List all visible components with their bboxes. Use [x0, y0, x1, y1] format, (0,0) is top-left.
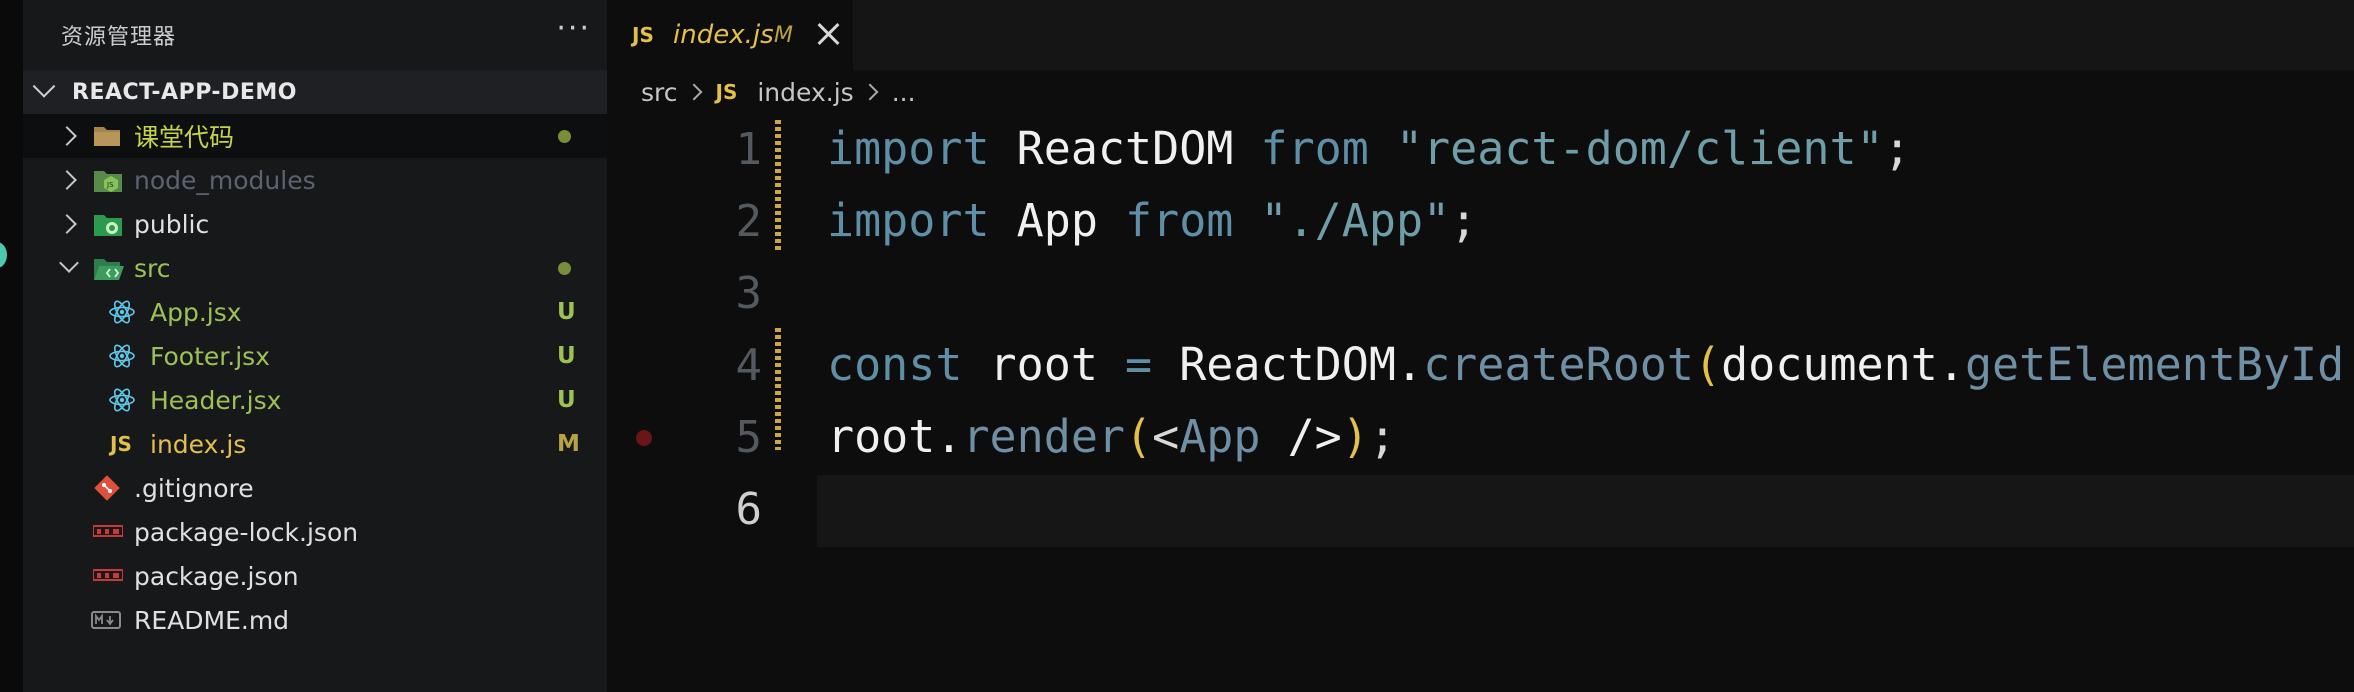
tree-item-readme-md[interactable]: README.md — [23, 598, 607, 642]
tab-index-js[interactable]: JS index.js M — [607, 0, 853, 70]
svg-text:JS: JS — [106, 181, 114, 189]
explorer-sidebar: 资源管理器 ··· REACT-APP-DEMO 课堂代码 JS node_mo… — [23, 0, 607, 692]
tree-item-app-jsx[interactable]: App.jsx U — [23, 290, 607, 334]
react-icon — [109, 388, 135, 412]
code-line: import ReactDOM from "react-dom/client"; — [827, 122, 1911, 175]
chevron-right-icon — [57, 214, 77, 234]
more-actions-icon[interactable]: ··· — [556, 14, 591, 44]
tab-bar: JS index.js M — [607, 0, 2354, 70]
line-number: 1 — [735, 124, 763, 175]
js-file-icon: JS — [110, 432, 132, 456]
tab-label: index.js — [673, 20, 774, 50]
public-folder-icon — [94, 215, 122, 236]
tree-item-label: 课堂代码 — [134, 123, 235, 152]
git-status-badge: U — [557, 299, 576, 325]
project-name: REACT-APP-DEMO — [72, 79, 297, 105]
git-change-marker — [775, 328, 781, 450]
tree-item-label: App.jsx — [150, 297, 242, 327]
react-icon — [109, 344, 135, 368]
line-number: 4 — [735, 340, 763, 391]
tree-item-label: public — [134, 209, 210, 239]
chevron-right-icon — [57, 170, 77, 190]
tree-item-src[interactable]: src — [23, 246, 607, 290]
tree-item-label: Footer.jsx — [150, 341, 270, 371]
git-icon — [94, 475, 120, 501]
tree-item-index-js[interactable]: JS index.js M — [23, 422, 607, 466]
breakpoint-icon[interactable] — [636, 430, 652, 446]
code-line: import App from "./App"; — [827, 194, 1478, 247]
explorer-header: 资源管理器 ··· — [61, 0, 601, 70]
line-number: 5 — [735, 412, 763, 463]
tree-item-gitignore[interactable]: .gitignore — [23, 466, 607, 510]
line-number: 2 — [735, 196, 763, 247]
tree-item-label: package-lock.json — [134, 517, 359, 547]
git-status-badge: M — [557, 431, 580, 457]
current-line-highlight — [817, 475, 2354, 547]
git-status-badge: U — [557, 387, 576, 413]
node-folder-icon: JS — [94, 171, 122, 192]
tree-item-label: Header.jsx — [150, 385, 282, 415]
chevron-down-icon — [32, 75, 56, 98]
js-file-icon: JS — [632, 23, 654, 47]
modified-dot-icon — [558, 129, 571, 143]
close-icon[interactable] — [812, 18, 844, 50]
line-number: 6 — [735, 484, 763, 535]
git-status-badge: U — [557, 343, 576, 369]
tree-item-node-modules[interactable]: JS node_modules — [23, 158, 607, 202]
tree-item-label: .gitignore — [134, 473, 254, 503]
file-tree: 课堂代码 JS node_modules public src App.jsx … — [23, 114, 607, 642]
breadcrumb-folder[interactable]: src — [641, 78, 678, 107]
project-root[interactable]: REACT-APP-DEMO — [23, 70, 607, 114]
line-number-gutter: 1 2 3 4 5 6 — [607, 120, 817, 692]
src-folder-open-icon — [94, 259, 124, 280]
npm-icon — [93, 569, 123, 581]
explorer-title: 资源管理器 — [61, 25, 177, 50]
tree-item-label: src — [134, 253, 171, 283]
chevron-down-icon — [59, 253, 79, 273]
tree-item-header-jsx[interactable]: Header.jsx U — [23, 378, 607, 422]
tree-item-package-json[interactable]: package.json — [23, 554, 607, 598]
markdown-icon — [91, 611, 121, 629]
tree-item-package-lock-json[interactable]: package-lock.json — [23, 510, 607, 554]
chevron-right-icon — [685, 83, 702, 101]
tree-item-footer-jsx[interactable]: Footer.jsx U — [23, 334, 607, 378]
editor-area: JS index.js M src JS index.js ... 1 2 3 … — [607, 0, 2354, 692]
breadcrumb: src JS index.js ... — [641, 74, 916, 110]
breadcrumb-symbols[interactable]: ... — [892, 78, 916, 107]
git-change-marker — [775, 120, 781, 250]
chevron-right-icon — [57, 126, 77, 146]
code-line: const root = ReactDOM.createRoot(documen… — [827, 338, 2345, 391]
js-file-icon: JS — [715, 80, 738, 104]
npm-icon — [93, 525, 123, 537]
tree-item-label: index.js — [150, 429, 247, 459]
activity-bar — [0, 0, 23, 692]
chevron-right-icon — [861, 83, 879, 101]
tree-item-classroom-code[interactable]: 课堂代码 — [23, 114, 607, 158]
tree-item-label: node_modules — [134, 165, 316, 195]
code-line: root.render(<App />); — [827, 410, 1396, 463]
folder-icon — [94, 127, 120, 146]
accounts-icon[interactable] — [0, 242, 7, 268]
react-icon — [109, 300, 135, 324]
modified-dot-icon — [558, 261, 571, 275]
code-editor[interactable]: import ReactDOM from "react-dom/client";… — [817, 120, 2354, 692]
breadcrumb-file[interactable]: index.js — [757, 78, 853, 107]
tree-item-label: README.md — [134, 605, 290, 635]
tree-item-label: package.json — [134, 561, 299, 591]
tree-item-public[interactable]: public — [23, 202, 607, 246]
tab-modified-indicator: M — [774, 22, 793, 48]
line-number: 3 — [735, 268, 763, 319]
